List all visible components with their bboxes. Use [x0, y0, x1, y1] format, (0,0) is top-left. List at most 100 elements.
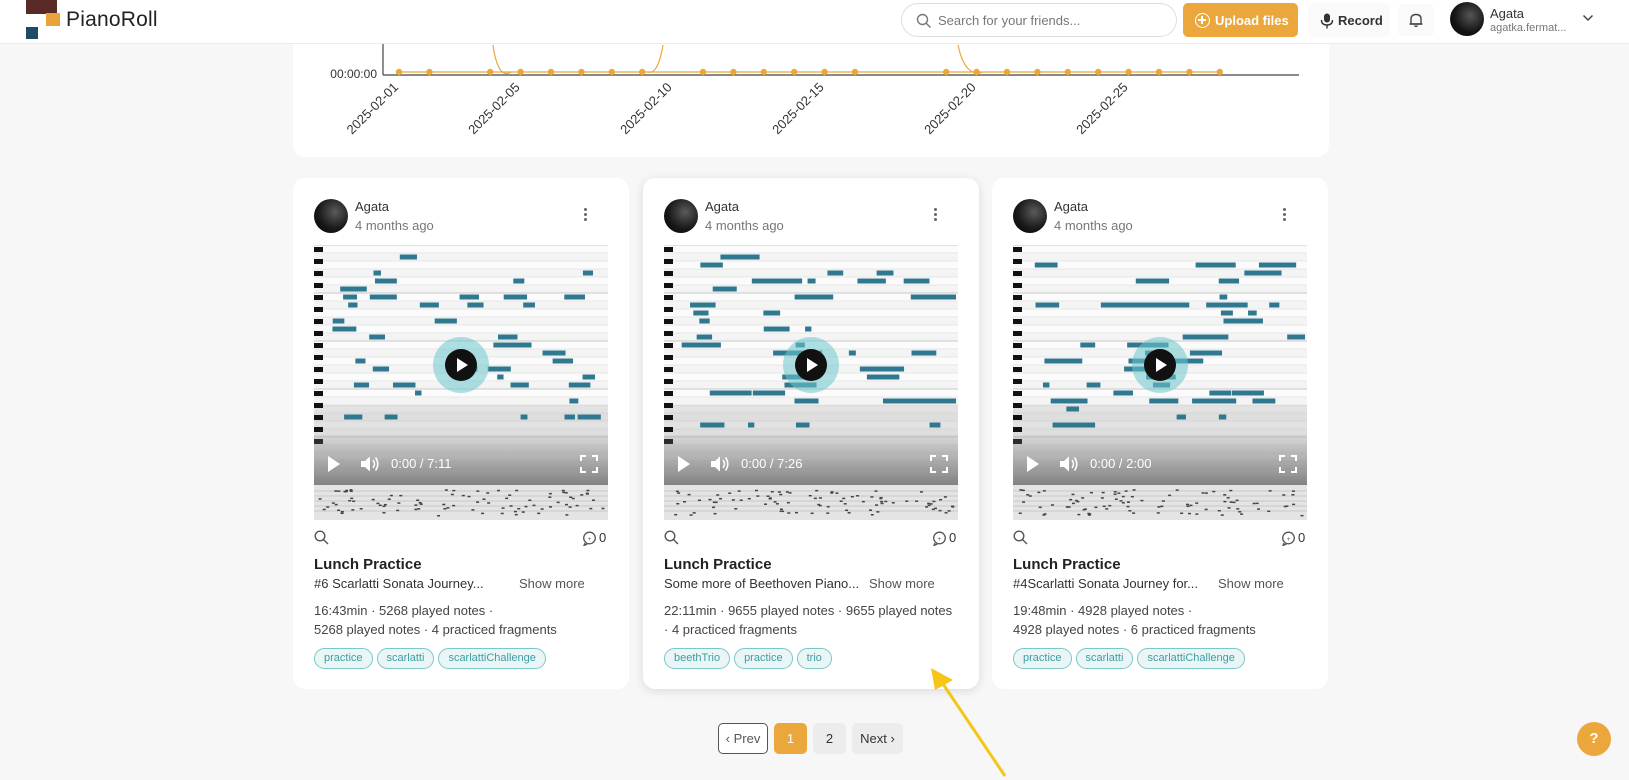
video-controls: 0:00 / 7:26	[664, 435, 958, 485]
card-stats: 16:43min · 5268 played notes · 5268 play…	[314, 601, 614, 639]
card-title[interactable]: Lunch Practice	[314, 556, 422, 573]
chevron-down-icon[interactable]	[1582, 13, 1594, 23]
chart-point	[578, 68, 585, 76]
fullscreen-icon[interactable]	[1279, 455, 1297, 473]
control-play-icon[interactable]	[678, 456, 690, 472]
pianoroll-logo[interactable]: PianoRoll	[26, 0, 166, 40]
tag-chip[interactable]: practice	[734, 648, 793, 669]
chart-point	[395, 68, 403, 76]
volume-icon[interactable]	[1059, 455, 1079, 473]
chart-point	[973, 68, 980, 76]
x-tick-label: 2025-02-25	[1073, 80, 1131, 138]
stats-line: · 4 practiced fragments	[664, 622, 797, 637]
chart-point	[426, 68, 433, 76]
record-button[interactable]: Record	[1308, 3, 1390, 37]
practice-card[interactable]: Agata 4 months ago 0:00 / 7:26 + 0 Lunch…	[643, 178, 979, 689]
upload-files-button[interactable]: Upload files	[1183, 3, 1298, 37]
comment-icon[interactable]: +	[932, 531, 947, 546]
play-button[interactable]	[445, 349, 477, 381]
video-player[interactable]: 0:00 / 7:26	[664, 245, 958, 520]
author-name[interactable]: Agata	[1054, 199, 1088, 214]
tag-chip[interactable]: scarlatti	[1075, 648, 1134, 669]
tag-list: practice scarlatti scarlattiChallenge	[1013, 648, 1245, 669]
author-name[interactable]: Agata	[705, 199, 739, 214]
show-more-link[interactable]: Show more	[1218, 576, 1284, 591]
author-name[interactable]: Agata	[355, 199, 389, 214]
x-tick-label: 2025-02-01	[343, 80, 401, 138]
author-avatar[interactable]	[1013, 199, 1047, 233]
logo-mark-middle	[46, 13, 60, 26]
pagination-page-1[interactable]: 1	[774, 723, 807, 754]
chart-point	[1125, 68, 1132, 76]
comment-count: 0	[599, 530, 607, 545]
sheet-music-preview	[664, 485, 958, 520]
chart-point	[1216, 68, 1223, 76]
comment-icon[interactable]: +	[582, 531, 597, 546]
video-controls: 0:00 / 7:11	[314, 435, 608, 485]
search-icon[interactable]	[1013, 530, 1028, 545]
bell-icon	[1409, 13, 1423, 28]
x-tick-label: 2025-02-05	[465, 80, 523, 138]
stats-line: 4928 played notes · 6 practiced fragment…	[1013, 622, 1256, 637]
play-button[interactable]	[1144, 349, 1176, 381]
control-play-icon[interactable]	[328, 456, 340, 472]
volume-icon[interactable]	[710, 455, 730, 473]
chart-point	[517, 68, 524, 76]
top-header: PianoRoll Search for your friends... Upl…	[0, 0, 1629, 44]
user-avatar[interactable]	[1450, 2, 1484, 36]
more-options-icon[interactable]	[1283, 208, 1287, 224]
tag-chip[interactable]: trio	[796, 648, 832, 669]
pagination-next-button[interactable]: Next ›	[852, 723, 903, 754]
tag-chip[interactable]: scarlattiChallenge	[438, 648, 546, 669]
sheet-music-preview	[314, 485, 608, 520]
card-title[interactable]: Lunch Practice	[664, 556, 772, 573]
y-tick-label: 00:00:00	[330, 67, 377, 81]
video-controls: 0:00 / 2:00	[1013, 435, 1307, 485]
notifications-button[interactable]	[1398, 4, 1434, 36]
fullscreen-icon[interactable]	[580, 455, 598, 473]
volume-icon[interactable]	[360, 455, 380, 473]
chart-point	[547, 68, 555, 76]
chart-curves	[492, 44, 984, 74]
pagination-page-2[interactable]: 2	[813, 723, 846, 754]
pagination-prev-button[interactable]: ‹ Prev	[718, 723, 768, 754]
card-title[interactable]: Lunch Practice	[1013, 556, 1121, 573]
chart-point	[943, 68, 950, 76]
tag-chip[interactable]: beethTrio	[664, 648, 731, 669]
control-play-icon[interactable]	[1027, 456, 1039, 472]
card-stats: 22:11min · 9655 played notes · 9655 play…	[664, 601, 964, 639]
chart-point	[487, 68, 494, 76]
more-options-icon[interactable]	[584, 208, 588, 224]
chart-point	[851, 68, 859, 76]
x-tick-label: 2025-02-20	[921, 80, 979, 138]
author-avatar[interactable]	[314, 199, 348, 233]
post-time: 4 months ago	[1054, 218, 1133, 233]
tag-chip[interactable]: practice	[314, 648, 373, 669]
search-icon[interactable]	[664, 530, 679, 545]
tag-chip[interactable]: practice	[1013, 648, 1072, 669]
friend-search-input[interactable]: Search for your friends...	[901, 3, 1177, 37]
practice-card[interactable]: Agata 4 months ago 0:00 / 2:00 + 0 Lunch…	[992, 178, 1328, 689]
card-description: #6 Scarlatti Sonata Journey...	[314, 576, 484, 591]
comment-count: 0	[1298, 530, 1306, 545]
card-description: Some more of Beethoven Piano...	[664, 576, 860, 591]
search-icon[interactable]	[314, 530, 329, 545]
video-player[interactable]: 0:00 / 7:11	[314, 245, 608, 520]
video-player[interactable]: 0:00 / 2:00	[1013, 245, 1307, 520]
tag-list: beethTrio practice trio	[664, 648, 832, 669]
tag-list: practice scarlatti scarlattiChallenge	[314, 648, 546, 669]
card-stats: 19:48min · 4928 played notes · 4928 play…	[1013, 601, 1313, 639]
fullscreen-icon[interactable]	[930, 455, 948, 473]
chart-point	[608, 68, 615, 76]
comment-icon[interactable]: +	[1281, 531, 1296, 546]
tag-chip[interactable]: scarlattiChallenge	[1137, 648, 1245, 669]
play-button[interactable]	[795, 349, 827, 381]
more-options-icon[interactable]	[934, 208, 938, 224]
show-more-link[interactable]: Show more	[519, 576, 585, 591]
author-avatar[interactable]	[664, 199, 698, 233]
practice-card[interactable]: Agata 4 months ago 0:00 / 7:11 + 0 Lunch…	[293, 178, 629, 689]
annotation-arrow	[931, 668, 1007, 777]
tag-chip[interactable]: scarlatti	[376, 648, 435, 669]
show-more-link[interactable]: Show more	[869, 576, 935, 591]
help-button[interactable]: ?	[1577, 722, 1611, 756]
